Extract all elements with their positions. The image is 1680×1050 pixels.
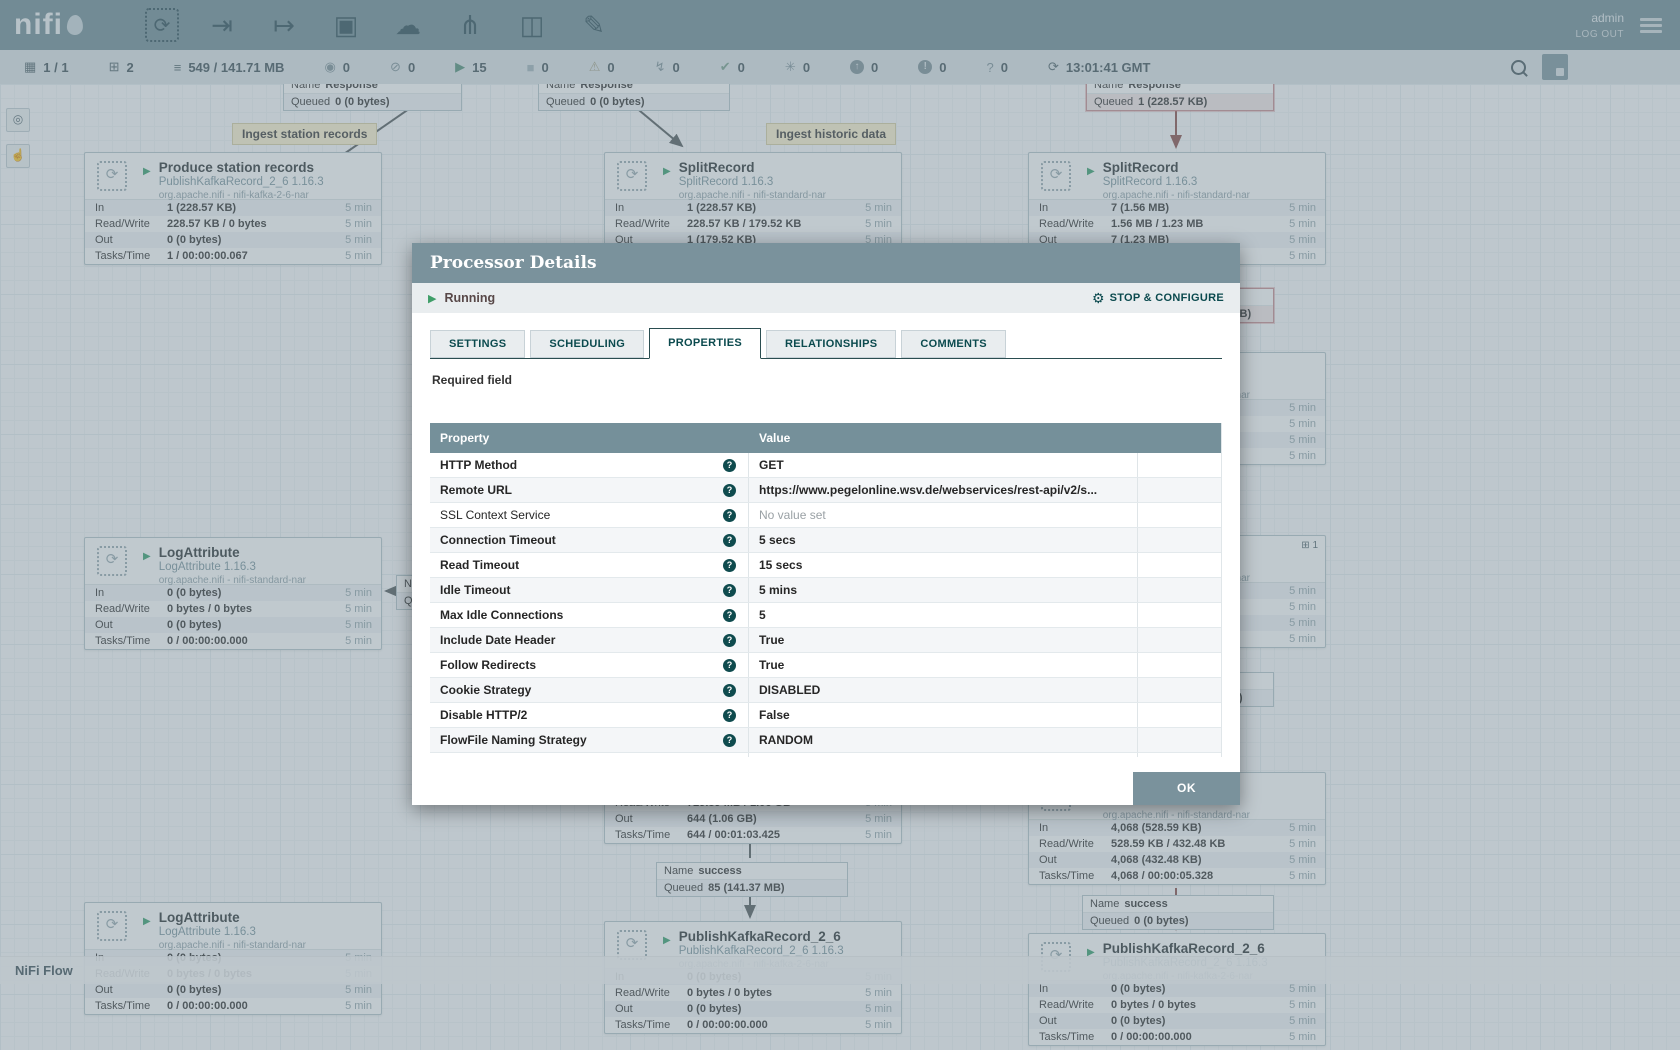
help-icon[interactable]: ? (723, 509, 736, 522)
property-row-max-idle-connections: Max Idle Connections?5 (430, 603, 1221, 628)
tab-settings[interactable]: SETTINGS (430, 330, 525, 358)
column-value: Value (749, 423, 1138, 453)
property-value: True (749, 628, 1138, 652)
property-value: 5 (749, 603, 1138, 627)
property-row-idle-timeout: Idle Timeout?5 mins (430, 578, 1221, 603)
property-row-connection-timeout: Connection Timeout?5 secs (430, 528, 1221, 553)
help-icon[interactable]: ? (723, 584, 736, 597)
help-icon[interactable]: ? (723, 559, 736, 572)
gear-icon: ⚙ (1092, 290, 1105, 307)
property-value: GET (749, 453, 1138, 477)
tab-relationships[interactable]: RELATIONSHIPS (766, 330, 896, 358)
properties-table: Property Value HTTP Method?GETRemote URL… (430, 423, 1222, 757)
property-row-read-timeout: Read Timeout?15 secs (430, 553, 1221, 578)
column-property: Property (430, 423, 749, 453)
property-row-disable-http-2: Disable HTTP/2?False (430, 703, 1221, 728)
tab-scheduling[interactable]: SCHEDULING (530, 330, 644, 358)
tab-comments[interactable]: COMMENTS (901, 330, 1006, 358)
property-value: 5 mins (749, 578, 1138, 602)
help-icon[interactable]: ? (723, 684, 736, 697)
property-row-remote-url: Remote URL?https://www.pegelonline.wsv.d… (430, 478, 1221, 503)
property-value: 15 secs (749, 553, 1138, 577)
help-icon[interactable]: ? (723, 534, 736, 547)
ok-button[interactable]: OK (1133, 772, 1240, 805)
property-value: RANDOM (749, 728, 1138, 752)
property-row-attributes-to-send: Attributes to Send?No value set (430, 753, 1221, 757)
dialog-title: Processor Details (412, 243, 1240, 283)
property-value: https://www.pegelonline.wsv.de/webservic… (749, 478, 1138, 502)
property-value: True (749, 653, 1138, 677)
help-icon[interactable]: ? (723, 659, 736, 672)
help-icon[interactable]: ? (723, 634, 736, 647)
property-row-follow-redirects: Follow Redirects?True (430, 653, 1221, 678)
running-state-icon: ▶ (428, 292, 436, 305)
property-value: DISABLED (749, 678, 1138, 702)
property-row-http-method: HTTP Method?GET (430, 453, 1221, 478)
tab-properties[interactable]: PROPERTIES (649, 328, 761, 359)
property-row-cookie-strategy: Cookie Strategy?DISABLED (430, 678, 1221, 703)
property-value: No value set (749, 753, 1138, 757)
processor-details-dialog: Processor Details ▶ Running ⚙ STOP & CON… (412, 243, 1240, 805)
help-icon[interactable]: ? (723, 484, 736, 497)
help-icon[interactable]: ? (723, 734, 736, 747)
property-value: False (749, 703, 1138, 727)
dialog-tabs: SETTINGSSCHEDULINGPROPERTIESRELATIONSHIP… (430, 329, 1222, 359)
stop-and-configure-button[interactable]: ⚙ STOP & CONFIGURE (1092, 290, 1224, 307)
properties-table-header: Property Value (430, 423, 1221, 453)
help-icon[interactable]: ? (723, 459, 736, 472)
property-row-include-date-header: Include Date Header?True (430, 628, 1221, 653)
property-row-ssl-context-service: SSL Context Service?No value set (430, 503, 1221, 528)
help-icon[interactable]: ? (723, 609, 736, 622)
processor-state-label: Running (444, 291, 495, 305)
property-row-flowfile-naming-strategy: FlowFile Naming Strategy?RANDOM (430, 728, 1221, 753)
property-value: 5 secs (749, 528, 1138, 552)
property-value: No value set (749, 503, 1138, 527)
help-icon[interactable]: ? (723, 709, 736, 722)
required-field-note: Required field (432, 373, 1222, 387)
